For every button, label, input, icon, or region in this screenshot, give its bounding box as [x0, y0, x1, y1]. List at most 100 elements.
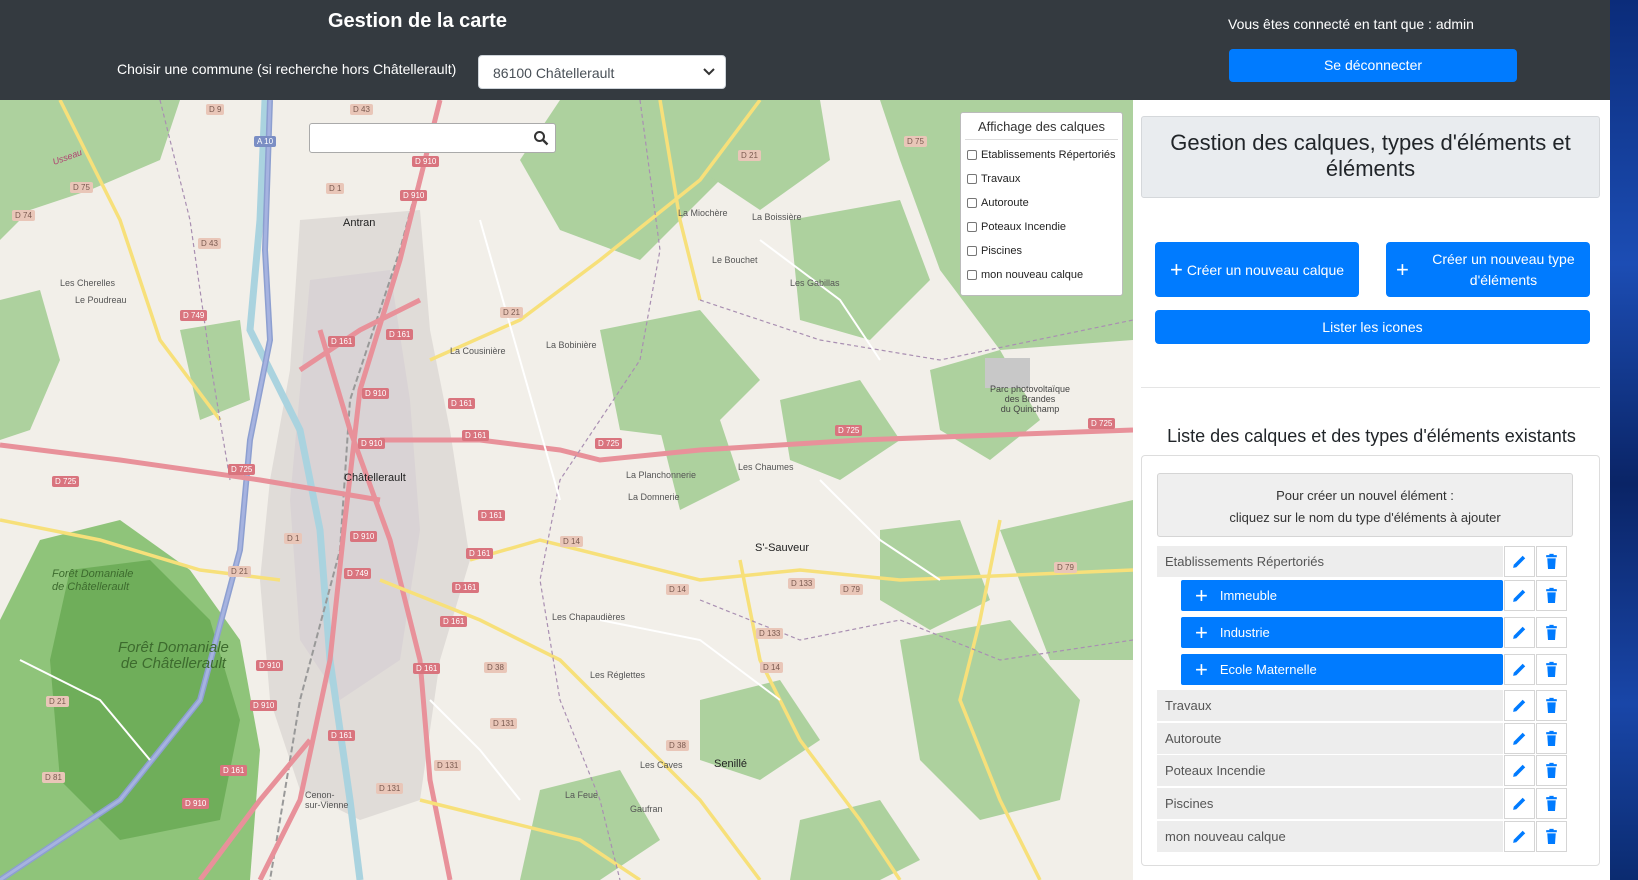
search-icon[interactable]: [533, 130, 549, 146]
delete-layer-button[interactable]: [1536, 821, 1567, 852]
type-row-immeuble[interactable]: + Immeuble: [1181, 580, 1503, 611]
edit-layer-button[interactable]: [1504, 723, 1535, 754]
layer-row-etablissements[interactable]: Etablissements Répertoriés: [1157, 546, 1503, 577]
road-tag-d75: D 75: [70, 182, 93, 193]
layer-toggle-etablissements[interactable]: Etablissements Répertoriés: [961, 143, 1122, 167]
road-tag-d14-b: D 14: [666, 584, 689, 595]
layer-row-mon-nouveau-calque[interactable]: mon nouveau calque: [1157, 821, 1503, 852]
type-label: Immeuble: [1219, 588, 1277, 603]
road-tag-d161-i: D 161: [413, 663, 441, 674]
delete-layer-button[interactable]: [1536, 788, 1567, 819]
map-label-la-feue: La Feue: [565, 790, 599, 800]
chevron-down-icon: [703, 68, 715, 76]
checkbox[interactable]: [967, 246, 977, 256]
layer-toggle-piscines[interactable]: Piscines: [961, 239, 1122, 263]
road-tag-d81: D 81: [42, 772, 65, 783]
new-layer-button[interactable]: + Créer un nouveau calque: [1155, 242, 1359, 297]
layer-toggle-autoroute[interactable]: Autoroute: [961, 191, 1122, 215]
edit-type-button[interactable]: [1504, 580, 1535, 611]
layer-toggle-travaux[interactable]: Travaux: [961, 167, 1122, 191]
list-icons-button[interactable]: Lister les icones: [1155, 310, 1590, 344]
road-tag-d38: D 38: [484, 662, 507, 673]
edit-layer-button[interactable]: [1504, 690, 1535, 721]
type-label: Industrie: [1219, 625, 1270, 640]
road-tag-d14-c: D 14: [760, 662, 783, 673]
map-view[interactable]: Châtellerault Antran Senillé S'-Sauveur …: [0, 100, 1133, 880]
edit-type-button[interactable]: [1504, 617, 1535, 648]
edit-layer-button[interactable]: [1504, 755, 1535, 786]
layer-toggle-label: Travaux: [981, 173, 1021, 185]
layer-row-poteaux[interactable]: Poteaux Incendie: [1157, 755, 1503, 786]
layer-row-piscines[interactable]: Piscines: [1157, 788, 1503, 819]
delete-type-button[interactable]: [1536, 580, 1567, 611]
road-tag-d161-c: D 161: [448, 398, 476, 409]
layer-toggle-poteaux[interactable]: Poteaux Incendie: [961, 215, 1122, 239]
trash-icon: [1546, 730, 1557, 746]
road-tag-d1-b: D 1: [284, 533, 303, 544]
map-label-la-boissiere: La Boissière: [752, 212, 802, 222]
edit-layer-button[interactable]: [1504, 546, 1535, 577]
road-tag-d161-j: D 161: [328, 730, 356, 741]
road-tag-d75-b: D 75: [904, 136, 927, 147]
road-tag-d161-k: D 161: [220, 765, 248, 776]
road-tag-d21: D 21: [500, 307, 523, 318]
user-status: Vous êtes connecté en tant que : admin: [1228, 16, 1474, 32]
road-tag-d161: D 161: [386, 329, 414, 340]
map-label-la-cousiniere: La Cousinière: [450, 346, 506, 356]
checkbox[interactable]: [967, 222, 977, 232]
delete-layer-button[interactable]: [1536, 723, 1567, 754]
layer-toggle-label: Etablissements Répertoriés: [981, 149, 1116, 161]
road-tag-d131-b: D 131: [434, 760, 462, 771]
checkbox[interactable]: [967, 270, 977, 280]
road-tag-d14: D 14: [560, 536, 583, 547]
layer-row-travaux[interactable]: Travaux: [1157, 690, 1503, 721]
road-tag-d910-e: D 910: [350, 531, 378, 542]
layer-toggle-label: mon nouveau calque: [981, 269, 1084, 281]
logout-button[interactable]: Se déconnecter: [1229, 49, 1517, 82]
checkbox[interactable]: [967, 174, 977, 184]
edit-type-button[interactable]: [1504, 654, 1535, 685]
layer-panel-title: Affichage des calques: [965, 113, 1118, 140]
map-search-box[interactable]: [309, 123, 556, 153]
delete-layer-button[interactable]: [1536, 546, 1567, 577]
road-tag-d43-b: D 43: [350, 104, 373, 115]
delete-type-button[interactable]: [1536, 617, 1567, 648]
edit-layer-button[interactable]: [1504, 821, 1535, 852]
map-label-foret-big: Forêt Domaniale de Châtellerault: [118, 639, 229, 672]
map-search-input[interactable]: [310, 124, 520, 152]
map-label-la-bobiniere: La Bobinière: [546, 340, 597, 350]
top-bar: Gestion de la carte Choisir une commune …: [0, 0, 1610, 100]
trash-icon: [1546, 795, 1557, 811]
delete-layer-button[interactable]: [1536, 755, 1567, 786]
edit-layer-button[interactable]: [1504, 788, 1535, 819]
road-tag-d131-c: D 131: [376, 783, 404, 794]
checkbox[interactable]: [967, 198, 977, 208]
type-row-industrie[interactable]: + Industrie: [1181, 617, 1503, 648]
delete-layer-button[interactable]: [1536, 690, 1567, 721]
road-tag-d725: D 725: [595, 438, 623, 449]
road-tag-d725-b: D 725: [835, 425, 863, 436]
layer-row-autoroute[interactable]: Autoroute: [1157, 723, 1503, 754]
checkbox[interactable]: [967, 150, 977, 160]
road-tag-d79: D 79: [840, 584, 863, 595]
road-tag-d9: D 9: [206, 104, 225, 115]
commune-select[interactable]: 86100 Châtellerault: [478, 55, 726, 89]
layer-toggle-nouveau[interactable]: mon nouveau calque: [961, 263, 1122, 287]
road-tag-d910-c: D 910: [362, 388, 390, 399]
plus-icon: +: [1169, 256, 1183, 282]
trash-icon: [1546, 762, 1557, 778]
map-label-les-caves: Les Caves: [640, 760, 683, 770]
road-tag-d910-g: D 910: [250, 700, 278, 711]
map-label-gaufran: Gaufran: [630, 804, 663, 814]
pencil-icon: [1513, 699, 1526, 712]
new-type-button[interactable]: + Créer un nouveau type d'éléments: [1386, 242, 1590, 297]
delete-type-button[interactable]: [1536, 654, 1567, 685]
road-tag-d21-b: D 21: [738, 150, 761, 161]
pencil-icon: [1513, 626, 1526, 639]
pencil-icon: [1513, 589, 1526, 602]
layer-visibility-panel: Affichage des calques Etablissements Rép…: [960, 112, 1123, 296]
type-row-ecole-maternelle[interactable]: + Ecole Maternelle: [1181, 654, 1503, 685]
new-layer-label: Créer un nouveau calque: [1186, 261, 1345, 278]
layers-list-title: Liste des calques et des types d'élément…: [1167, 426, 1576, 446]
trash-icon: [1546, 697, 1557, 713]
